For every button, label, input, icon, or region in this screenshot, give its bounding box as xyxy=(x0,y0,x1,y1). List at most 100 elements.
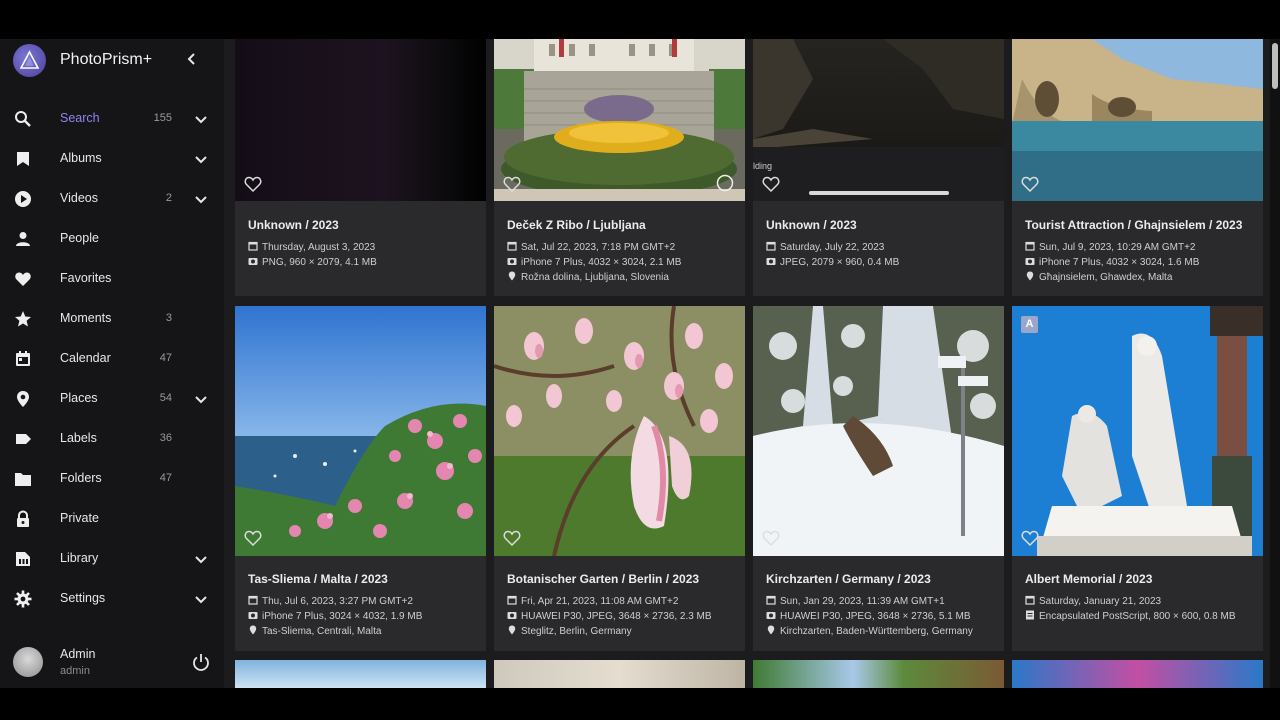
photo-card[interactable]: Kirchzarten / Germany / 2023 Sun, Jan 29… xyxy=(753,306,1004,651)
sidebar-item-moments[interactable]: Moments 3 xyxy=(0,299,224,339)
sidebar-item-albums[interactable]: Albums xyxy=(0,139,224,179)
sidebar-item-settings[interactable]: Settings xyxy=(0,579,224,619)
video-frame-top xyxy=(0,0,1280,39)
sidebar-item-label: Albums xyxy=(60,151,102,165)
photo-thumbnail[interactable] xyxy=(1012,306,1263,556)
sidebar-item-labels[interactable]: Labels 36 xyxy=(0,419,224,459)
photo-thumbnail[interactable] xyxy=(235,306,486,556)
sidebar-item-label: Search xyxy=(60,111,100,125)
photo-place: Kirchzarten, Baden-Württemberg, Germany xyxy=(766,625,973,637)
photo-card[interactable]: Tourist Attraction / Ghajnsielem / 2023 … xyxy=(1012,39,1263,296)
sidebar-item-label: Moments xyxy=(60,311,112,325)
photo-card[interactable] xyxy=(1012,660,1263,688)
sidebar-item-count: 47 xyxy=(159,472,172,484)
photo-card[interactable]: A Albert Memorial / 2023 Saturday, Janua… xyxy=(1012,306,1263,651)
calendar-icon xyxy=(248,241,258,251)
photo-card[interactable]: Botanischer Garten / Berlin / 2023 Fri, … xyxy=(494,306,745,651)
photo-thumbnail[interactable] xyxy=(494,39,745,201)
photo-date: Sun, Jul 9, 2023, 10:29 AM GMT+2 xyxy=(1025,241,1195,253)
photo-title: Kirchzarten / Germany / 2023 xyxy=(766,572,931,586)
progress-bar xyxy=(809,191,949,195)
photoprism-logo[interactable] xyxy=(13,44,46,77)
photo-thumbnail[interactable] xyxy=(753,660,1004,688)
chevron-down-icon[interactable] xyxy=(193,551,209,567)
photo-thumbnail[interactable] xyxy=(1012,660,1263,688)
heart-icon[interactable] xyxy=(244,529,262,547)
photo-camera: Encapsulated PostScript, 800 × 600, 0.8 … xyxy=(1025,610,1236,622)
sidebar-item-places[interactable]: Places 54 xyxy=(0,379,224,419)
brand: PhotoPrism+ xyxy=(0,39,224,83)
photo-card[interactable]: lding Unknown / 2023 Saturday, July 22, … xyxy=(753,39,1004,296)
heart-icon[interactable] xyxy=(1021,175,1039,193)
photo-card[interactable] xyxy=(753,660,1004,688)
scrollbar-thumb[interactable] xyxy=(1272,43,1278,89)
photo-title: Botanischer Garten / Berlin / 2023 xyxy=(507,572,700,586)
photo-thumbnail[interactable] xyxy=(235,660,486,688)
collapse-sidebar-button[interactable] xyxy=(184,51,200,69)
photo-card[interactable] xyxy=(494,660,745,688)
chevron-down-icon[interactable] xyxy=(193,191,209,207)
heart-icon[interactable] xyxy=(244,175,262,193)
photo-thumbnail[interactable] xyxy=(753,39,1004,201)
sidebar-item-private[interactable]: Private xyxy=(0,499,224,539)
camera-icon xyxy=(507,258,517,265)
place-icon xyxy=(1026,271,1034,281)
video-frame-bottom xyxy=(0,688,1280,720)
avatar[interactable] xyxy=(13,647,43,677)
chevron-down-icon[interactable] xyxy=(193,391,209,407)
photo-date: Saturday, July 22, 2023 xyxy=(766,241,884,253)
sidebar-item-label: Places xyxy=(60,391,98,405)
heart-icon[interactable] xyxy=(1021,529,1039,547)
sidebar-item-people[interactable]: People xyxy=(0,219,224,259)
photo-title: Unknown / 2023 xyxy=(248,218,339,232)
chevron-left-icon xyxy=(187,53,195,65)
sidebar-item-favorites[interactable]: Favorites xyxy=(0,259,224,299)
photo-card[interactable]: Deček Z Ribo / Ljubljana Sat, Jul 22, 20… xyxy=(494,39,745,296)
scrollbar[interactable] xyxy=(1270,39,1280,688)
sidebar-item-search[interactable]: Search 155 xyxy=(0,99,224,139)
calendar-icon xyxy=(507,595,517,605)
photo-card[interactable]: Tas-Sliema / Malta / 2023 Thu, Jul 6, 20… xyxy=(235,306,486,651)
heart-icon[interactable] xyxy=(762,175,780,193)
sidebar-item-count: 2 xyxy=(165,192,172,204)
photo-thumbnail[interactable] xyxy=(235,39,486,201)
heart-icon[interactable] xyxy=(503,175,521,193)
place-icon xyxy=(249,625,257,635)
calendar-icon xyxy=(507,241,517,251)
sidebar-item-label: Library xyxy=(60,551,99,565)
chevron-down-icon[interactable] xyxy=(193,591,209,607)
sidebar-item-folders[interactable]: Folders 47 xyxy=(0,459,224,499)
heart-icon xyxy=(15,272,31,286)
photo-thumbnail[interactable] xyxy=(1012,39,1263,201)
chevron-down-icon[interactable] xyxy=(193,111,209,127)
photo-thumbnail[interactable] xyxy=(494,306,745,556)
photo-card[interactable]: Unknown / 2023 Thursday, August 3, 2023 … xyxy=(235,39,486,296)
photo-title: Deček Z Ribo / Ljubljana xyxy=(507,218,646,232)
sidebar-item-count: 54 xyxy=(159,392,172,404)
photo-date: Thursday, August 3, 2023 xyxy=(248,241,375,253)
chevron-down-icon[interactable] xyxy=(193,151,209,167)
calendar-icon xyxy=(766,241,776,251)
camera-icon xyxy=(507,612,517,619)
photo-date: Sun, Jan 29, 2023, 11:39 AM GMT+1 xyxy=(766,595,945,607)
sidebar-item-videos[interactable]: Videos 2 xyxy=(0,179,224,219)
play-icon xyxy=(15,191,31,207)
power-icon[interactable] xyxy=(192,653,210,671)
heart-icon[interactable] xyxy=(503,529,521,547)
photo-date: Saturday, January 21, 2023 xyxy=(1025,595,1161,607)
photo-date: Fri, Apr 21, 2023, 11:08 AM GMT+2 xyxy=(507,595,678,607)
file-icon xyxy=(1026,610,1034,620)
select-circle-icon[interactable] xyxy=(716,174,734,192)
sidebar-item-calendar[interactable]: Calendar 47 xyxy=(0,339,224,379)
sidebar-item-label: Videos xyxy=(60,191,98,205)
sidebar-item-library[interactable]: Library xyxy=(0,539,224,579)
photo-thumbnail[interactable] xyxy=(753,306,1004,556)
album-icon xyxy=(17,152,29,166)
heart-icon[interactable] xyxy=(762,529,780,547)
photo-thumbnail[interactable] xyxy=(494,660,745,688)
photo-camera: iPhone 7 Plus, 4032 × 3024, 1.6 MB xyxy=(1025,256,1199,268)
sidebar-item-label: Favorites xyxy=(60,271,112,285)
photo-card[interactable] xyxy=(235,660,486,688)
user-account[interactable]: Admin admin xyxy=(0,639,224,688)
photo-camera: HUAWEI P30, JPEG, 3648 × 2736, 5.1 MB xyxy=(766,610,971,622)
